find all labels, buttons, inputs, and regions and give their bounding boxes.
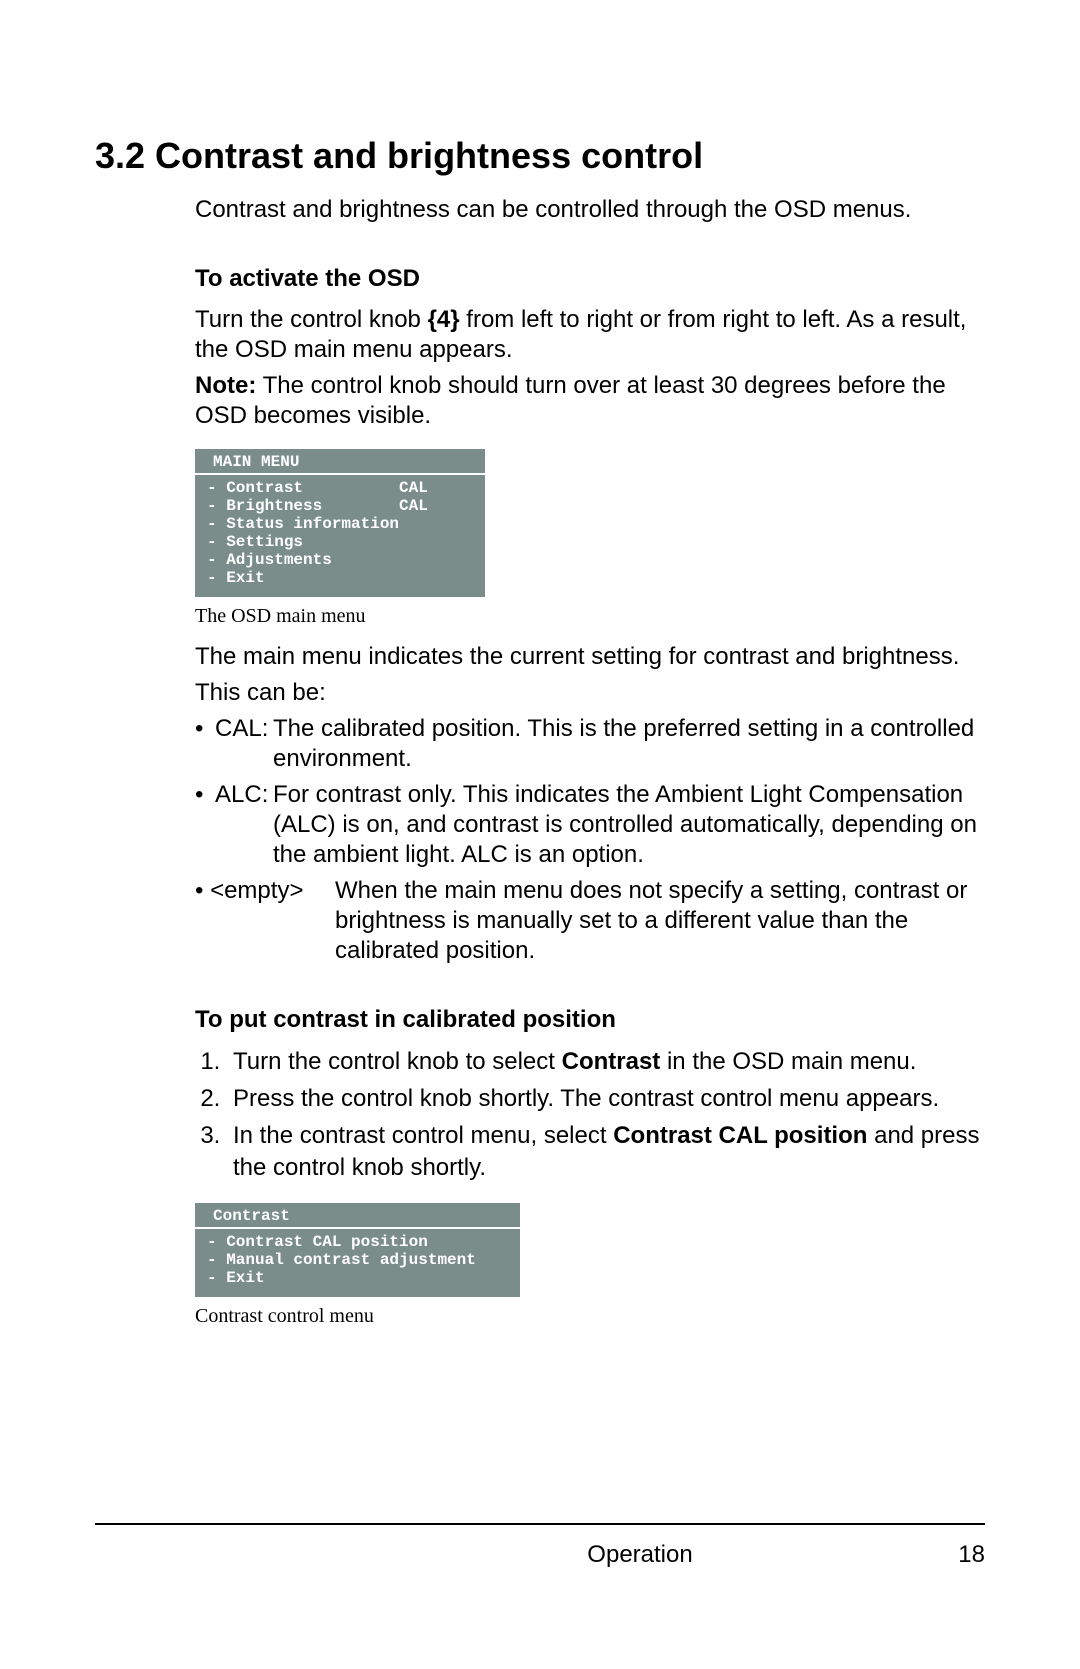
note-text: The control knob should turn over at lea… <box>195 372 946 429</box>
def-text: The calibrated position. This is the pre… <box>273 714 985 774</box>
def-term: ALC: <box>215 780 273 870</box>
osd-line: - Adjustments <box>207 551 473 569</box>
osd-line: - Manual contrast adjustment <box>207 1251 508 1269</box>
osd-contrast-header: Contrast <box>195 1203 520 1229</box>
after-para-2: This can be: <box>195 678 985 708</box>
bullet: • <box>195 780 215 870</box>
footer-page-number: 18 <box>925 1541 985 1569</box>
osd-line: - Brightness CAL <box>207 497 473 515</box>
osd-main-menu-box: MAIN MENU - Contrast CAL - Brightness CA… <box>195 449 485 597</box>
def-text: For contrast only. This indicates the Am… <box>273 780 985 870</box>
section-title: 3.2 Contrast and brightness control <box>95 135 985 177</box>
def-term: • <empty> <box>195 876 335 966</box>
note-label: Note: <box>195 372 256 399</box>
osd-line: - Contrast CAL <box>207 479 473 497</box>
contrast-bold: Contrast <box>562 1048 661 1075</box>
osd-line: - Exit <box>207 1269 508 1287</box>
text-fragment: Turn the control knob <box>195 306 428 333</box>
def-row-empty: • <empty> When the main menu does not sp… <box>195 876 985 966</box>
contrast-cal-bold: Contrast CAL position <box>613 1122 867 1149</box>
footer-label: Operation <box>95 1541 925 1569</box>
osd-main-header: MAIN MENU <box>195 449 485 475</box>
def-row-alc: • ALC: For contrast only. This indicates… <box>195 780 985 870</box>
osd-contrast-menu-box: Contrast - Contrast CAL position - Manua… <box>195 1203 520 1297</box>
osd-line: - Exit <box>207 569 473 587</box>
after-para-1: The main menu indicates the current sett… <box>195 642 985 672</box>
def-text: When the main menu does not specify a se… <box>335 876 985 966</box>
def-row-cal: • CAL: The calibrated position. This is … <box>195 714 985 774</box>
calibrate-steps: Turn the control knob to select Contrast… <box>195 1046 985 1183</box>
step-1: Turn the control knob to select Contrast… <box>227 1046 985 1077</box>
osd-contrast-body: - Contrast CAL position - Manual contras… <box>195 1229 520 1297</box>
footer-rule <box>95 1523 985 1525</box>
content-body: To activate the OSD Turn the control kno… <box>195 265 985 1328</box>
def-term: CAL: <box>215 714 273 774</box>
calibrate-heading: To put contrast in calibrated position <box>195 1006 985 1034</box>
page: 3.2 Contrast and brightness control Cont… <box>0 0 1080 1669</box>
osd-main-caption: The OSD main menu <box>195 605 985 628</box>
text-fragment: Turn the control knob to select <box>233 1048 562 1075</box>
section-intro: Contrast and brightness can be controlle… <box>195 195 985 225</box>
activate-note: Note: The control knob should turn over … <box>195 371 985 431</box>
bullet: • <box>195 714 215 774</box>
osd-line: - Settings <box>207 533 473 551</box>
footer-line: Operation 18 <box>95 1541 985 1569</box>
step-3: In the contrast control menu, select Con… <box>227 1120 985 1182</box>
page-footer: Operation 18 <box>95 1523 985 1569</box>
activate-paragraph-1: Turn the control knob {4} from left to r… <box>195 305 985 365</box>
osd-line: - Status information <box>207 515 473 533</box>
text-fragment: In the contrast control menu, select <box>233 1122 613 1149</box>
activate-heading: To activate the OSD <box>195 265 985 293</box>
knob-ref: {4} <box>428 306 460 333</box>
definition-list: • CAL: The calibrated position. This is … <box>195 714 985 966</box>
text-fragment: in the OSD main menu. <box>660 1048 916 1075</box>
step-2: Press the control knob shortly. The cont… <box>227 1083 985 1114</box>
osd-main-body: - Contrast CAL - Brightness CAL - Status… <box>195 475 485 597</box>
osd-line: - Contrast CAL position <box>207 1233 508 1251</box>
osd-contrast-caption: Contrast control menu <box>195 1305 985 1328</box>
